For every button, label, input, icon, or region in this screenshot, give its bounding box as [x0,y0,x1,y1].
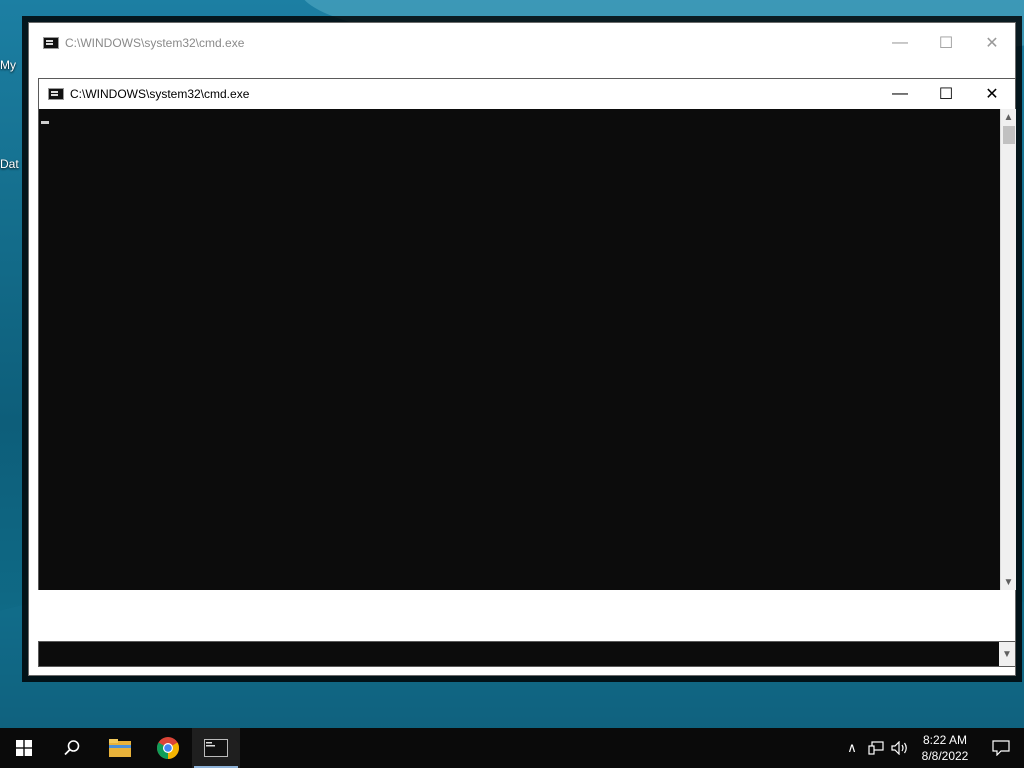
cmd-icon [43,37,59,49]
file-explorer-icon [109,739,131,757]
desktop-icon-label: Dat [0,157,19,171]
start-button[interactable] [0,728,48,768]
windows-logo-icon [16,740,32,756]
clock-time: 8:22 AM [922,733,968,747]
volume-icon[interactable] [888,728,912,768]
scrollbar-thumb[interactable] [1003,126,1015,144]
search-icon [64,740,80,756]
back-window-console-strip: ▼ [38,641,1016,667]
desktop-icon-label: My [0,58,16,72]
close-button[interactable]: ✕ [969,79,1015,109]
console-area[interactable] [39,109,1000,590]
cmd-icon [204,739,228,757]
minimize-button[interactable]: — [877,23,923,63]
search-button[interactable] [48,728,96,768]
maximize-button[interactable]: ☐ [923,79,969,109]
cmd-window-front[interactable]: C:\WINDOWS\system32\cmd.exe — ☐ ✕ ▲ ▼ [38,78,1016,590]
text-cursor [41,121,49,124]
chrome-icon [157,737,179,759]
minimize-button[interactable]: — [877,79,923,109]
clock-date: 8/8/2022 [921,749,969,763]
clock[interactable]: 8:22 AM 8/8/2022 [912,732,978,764]
system-tray: ∧ 8:22 AM 8/8/2022 [840,728,1024,768]
taskbar-chrome[interactable] [144,728,192,768]
scroll-up-arrow-icon[interactable]: ▲ [1001,109,1016,125]
show-hidden-icons-chevron-icon[interactable]: ∧ [840,728,864,768]
title-bar[interactable]: C:\WINDOWS\system32\cmd.exe — ☐ ✕ [29,23,1015,63]
action-center-button[interactable] [978,728,1024,768]
taskbar: ∧ 8:22 AM 8/8/2022 [0,728,1024,768]
desktop-icon-my[interactable]: My [0,58,16,72]
desktop-icon-dat[interactable]: Dat [0,157,19,171]
cmd-icon [48,88,64,100]
title-bar[interactable]: C:\WINDOWS\system32\cmd.exe — ☐ ✕ [39,79,1015,109]
maximize-button[interactable]: ☐ [923,23,969,63]
close-button[interactable]: ✕ [969,23,1015,63]
window-title: C:\WINDOWS\system32\cmd.exe [65,36,245,50]
taskbar-cmd[interactable] [192,728,240,768]
network-icon[interactable] [864,728,888,768]
notification-icon [992,740,1010,756]
scroll-down-arrow-icon[interactable]: ▼ [1001,574,1016,590]
vertical-scrollbar[interactable]: ▲ ▼ [1000,109,1016,590]
window-title: C:\WINDOWS\system32\cmd.exe [70,87,250,101]
taskbar-file-explorer[interactable] [96,728,144,768]
scroll-down-arrow-icon[interactable]: ▼ [999,642,1015,666]
